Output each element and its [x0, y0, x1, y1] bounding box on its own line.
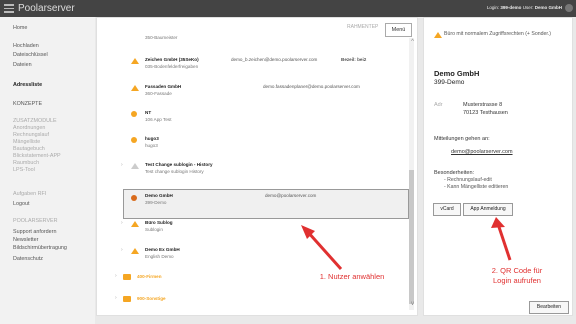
warning-icon — [131, 85, 139, 92]
folder-item-900-sonstige[interactable]: 900-Sonstige — [137, 296, 166, 301]
list-item[interactable]: Zeichen GmbH (35SeKo) 035-Bodenfelderfre… — [145, 57, 366, 69]
menu-button[interactable]: Menü — [385, 23, 412, 37]
folder-icon — [123, 274, 131, 281]
list-item[interactable]: Fassaden GmbH 360-Fassade demo.fassadenp… — [145, 84, 360, 96]
sidebar-item-home[interactable]: Home — [13, 25, 27, 31]
list-item[interactable]: Test Change sublogin - History Test chan… — [145, 162, 213, 174]
warning-icon — [131, 58, 139, 65]
chevron-right-icon[interactable]: › — [121, 220, 123, 226]
sidebar-item-hochladen[interactable]: Hochladen — [13, 43, 39, 49]
sidebar-item-raumbuch[interactable]: Raumbuch — [13, 160, 39, 166]
sidebar-item-maengelliste[interactable]: Mängelliste — [13, 139, 40, 145]
lightbulb-icon — [131, 195, 138, 202]
address-list-panel: RAHMENTEP Menü ^ v 350-Baumeister Zeiche… — [96, 17, 418, 316]
list-item[interactable]: Demo Ex GmbH English Demo — [145, 247, 180, 259]
company-name: Demo GmbH — [434, 69, 480, 78]
sidebar-item-konzepte[interactable]: KONZEPTE — [13, 101, 42, 107]
window-control-icon[interactable] — [565, 4, 573, 12]
sidebar-item-datenschutz[interactable]: Datenschutz — [13, 256, 43, 262]
vcard-button[interactable]: vCard — [433, 203, 461, 216]
list-item-selected[interactable]: Demo GmbH 399-Demo demo@poolarserver.com — [145, 193, 316, 205]
sidebar-item-aufgaben-rfi[interactable]: Aufgaben RFI — [13, 191, 46, 197]
company-code: 399-Demo — [434, 79, 465, 86]
top-bar: Poolarserver Login: 399-demo User: Demo … — [0, 0, 576, 17]
folder-icon — [123, 296, 131, 303]
street: Musterstrasse 8 — [463, 102, 503, 108]
sidebar-item-lps-tool[interactable]: LPS-Tool — [13, 167, 35, 173]
warning-icon — [131, 221, 139, 228]
lightbulb-icon — [131, 111, 138, 118]
sidebar-item-dateien[interactable]: Dateien — [13, 62, 32, 68]
annotation-step-2-line-2: Login aufrufen — [493, 276, 541, 285]
besonderheiten-label: Besonderheiten: — [434, 170, 475, 176]
sidebar-item-adressliste[interactable]: Adressliste — [13, 82, 42, 88]
bearbeiten-button[interactable]: Bearbeiten — [529, 301, 569, 314]
scroll-up-icon[interactable]: ^ — [411, 39, 414, 45]
warning-icon — [131, 248, 139, 255]
annotation-step-2-line-1: 2. QR Code für — [491, 266, 543, 275]
list-item[interactable]: NT 106 App Test — [145, 110, 171, 122]
mitteilungen-label: Mitteilungen gehen an: — [434, 136, 490, 142]
app-anmeldung-button[interactable]: App Anmeldung — [463, 203, 513, 216]
access-warning: Büro mit normalem Zugriffsrechten (+ Son… — [444, 31, 552, 37]
warning-icon — [434, 32, 442, 39]
city: 70123 Testhausen — [463, 110, 508, 116]
scroll-down-icon[interactable]: v — [411, 301, 414, 307]
app-title: Poolarserver — [18, 3, 75, 14]
list-item[interactable]: hugo3 hugo3 — [145, 136, 159, 148]
chevron-right-icon[interactable]: › — [121, 162, 123, 168]
hamburger-menu-icon[interactable] — [4, 4, 14, 13]
lightbulb-icon — [131, 137, 138, 144]
sidebar-item-bildschirmuebertragung[interactable]: Bildschirmübertragung — [13, 245, 67, 251]
sidebar-item-dateischluessel[interactable]: Dateischlüssel — [13, 52, 48, 58]
sidebar-item-rechnungslauf[interactable]: Rechnungslauf — [13, 132, 49, 138]
list-item[interactable]: 350-Baumeister — [145, 33, 177, 40]
sidebar-item-bautagebuch[interactable]: Bautagebuch — [13, 146, 45, 152]
chevron-right-icon[interactable]: › — [121, 247, 123, 253]
annotation-step-1: 1. Nutzer anwählen — [319, 272, 385, 281]
address-label: Adr — [434, 102, 443, 108]
chevron-right-icon[interactable]: › — [115, 273, 117, 279]
folder-item-400-firmen[interactable]: 400-Firmen — [137, 274, 162, 279]
besonderheit-1: - Rechnungslauf-edit — [444, 177, 492, 183]
sidebar-item-logout[interactable]: Logout — [13, 201, 30, 207]
annotation-arrow-2 — [491, 217, 512, 261]
sidebar-item-newsletter[interactable]: Newsletter — [13, 237, 38, 243]
rahmen-label: RAHMENTEP — [347, 24, 379, 30]
besonderheit-2: - Kann Mängelliste editieren — [444, 184, 509, 190]
warning-icon — [131, 163, 139, 170]
sidebar-item-anordnungen[interactable]: Anordnungen — [13, 125, 45, 131]
annotation-arrow-1 — [301, 225, 343, 271]
email-link[interactable]: demo@poolarserver.com — [451, 149, 513, 155]
sidebar-item-support[interactable]: Support anfordern — [13, 229, 56, 235]
chevron-right-icon[interactable]: › — [115, 295, 117, 301]
sidebar-section-zusatzmodule: ZUSATZMODULE — [13, 118, 57, 124]
scrollbar-thumb[interactable] — [409, 170, 414, 304]
details-panel: Büro mit normalem Zugriffsrechten (+ Son… — [423, 17, 573, 316]
sidebar-section-poolarserver: POOLARSERVER — [13, 218, 58, 224]
sidebar-item-blickstatement[interactable]: Blickstatement-APP — [13, 153, 61, 159]
list-item[interactable]: Büro Sublog Sublogin — [145, 220, 173, 232]
sidebar: Home Hochladen Dateischlüssel Dateien Ad… — [0, 17, 95, 324]
login-info: Login: 399-demo User: Demo GmbH — [486, 5, 562, 10]
